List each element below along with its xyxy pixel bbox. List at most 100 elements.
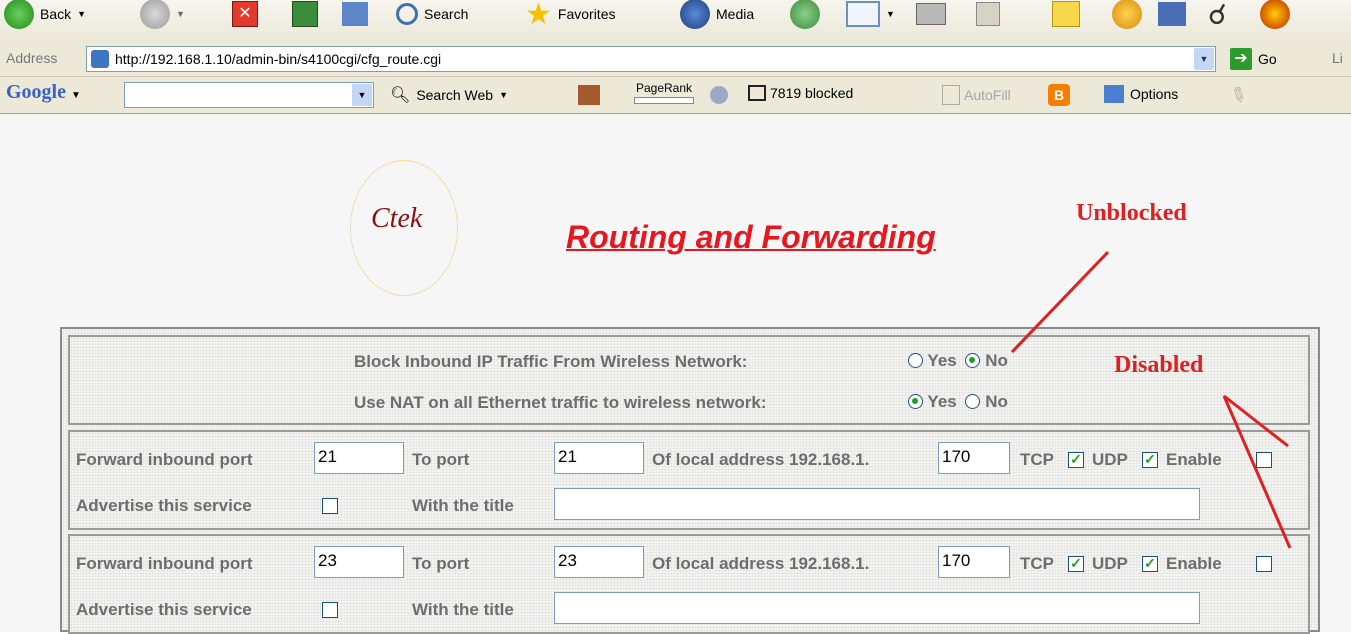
to-port-input[interactable]: 23 (554, 546, 644, 578)
google-search-input[interactable]: ▼ (124, 82, 374, 108)
notes-icon (1052, 1, 1080, 27)
go-arrow-icon: ➔ (1230, 48, 1252, 70)
print-button[interactable] (916, 0, 946, 34)
back-button[interactable]: Back ▼ (4, 0, 86, 34)
autofill-icon (942, 85, 960, 105)
printer-icon (916, 3, 946, 25)
extension-icon (1260, 0, 1290, 29)
stop-button[interactable]: ✕ (232, 0, 258, 34)
forward-inbound-label: Forward inbound port (76, 450, 253, 469)
forward-button[interactable]: ▼ (140, 0, 185, 34)
block-inbound-no-label: No (985, 351, 1008, 370)
favorites-button[interactable]: ★ Favorites (525, 0, 615, 34)
autofill-label: AutoFill (964, 87, 1011, 103)
links-tool-button[interactable]: ☌ (1208, 0, 1227, 34)
local-address-input[interactable]: 170 (938, 546, 1010, 578)
address-bar: Address http://192.168.1.10/admin-bin/s4… (0, 42, 1351, 77)
info-icon[interactable] (710, 86, 728, 104)
ie-page-icon (91, 50, 109, 68)
block-inbound-yes-radio[interactable] (908, 353, 923, 368)
to-port-label: To port (412, 554, 470, 573)
forward-inbound-label: Forward inbound port (76, 554, 253, 573)
nat-no-label: No (985, 392, 1008, 411)
udp-checkbox[interactable]: ✓ (1142, 556, 1158, 572)
popup-blocker-button[interactable]: 7819 blocked (748, 85, 853, 101)
to-port-input[interactable]: 21 (554, 442, 644, 474)
extension-button[interactable] (1260, 0, 1290, 34)
refresh-icon (292, 1, 318, 27)
tcp-checkbox[interactable]: ✓ (1068, 452, 1084, 468)
autofill-button[interactable]: AutoFill (942, 85, 1011, 105)
disabled-annotation: Disabled (1114, 352, 1204, 378)
home-button[interactable] (342, 0, 368, 34)
udp-checkbox[interactable]: ✓ (1142, 452, 1158, 468)
logo-text: Ctek (371, 203, 423, 234)
nat-yes-radio[interactable] (908, 394, 923, 409)
inbound-port-input[interactable]: 21 (314, 442, 404, 474)
block-inbound-no-radio[interactable] (965, 353, 981, 368)
research-icon (1158, 2, 1186, 26)
notes-button[interactable] (1052, 0, 1080, 34)
to-port-label: To port (412, 450, 470, 469)
search-web-button[interactable]: 🔍︎ Search Web ▼ (390, 85, 508, 105)
block-inbound-yes-label: Yes (927, 351, 957, 370)
options-label: Options (1130, 86, 1179, 102)
title-label: With the title (412, 600, 514, 619)
search-web-label: Search Web (416, 87, 494, 103)
tcp-label: TCP (1020, 450, 1054, 469)
forward-arrow-icon (140, 0, 170, 29)
nat-no-radio[interactable] (965, 394, 981, 409)
history-button[interactable] (790, 0, 820, 34)
advertise-label: Advertise this service (76, 600, 252, 619)
service-title-input[interactable] (554, 488, 1200, 520)
enable-checkbox[interactable] (1256, 452, 1272, 468)
edit-button[interactable] (976, 0, 1000, 34)
media-button[interactable]: Media (680, 0, 754, 34)
enable-checkbox[interactable] (1256, 556, 1272, 572)
service-title-input[interactable] (554, 592, 1200, 624)
advertise-checkbox[interactable] (322, 602, 338, 618)
nat-label: Use NAT on all Ethernet traffic to wirel… (354, 393, 767, 412)
browser-toolbar: Back ▼ ▼ ✕ Search ★ Favorites Media ▼ ☌ (0, 0, 1351, 43)
back-arrow-icon (4, 0, 34, 29)
tcp-checkbox[interactable]: ✓ (1068, 556, 1084, 572)
link-icon: ☌ (1208, 0, 1227, 30)
udp-label: UDP (1092, 450, 1128, 469)
tcp-label: TCP (1020, 554, 1054, 573)
mail-button[interactable]: ▼ (846, 0, 895, 34)
traffic-options-section: Block Inbound IP Traffic From Wireless N… (68, 335, 1310, 425)
home-icon (342, 2, 368, 26)
options-icon (1104, 85, 1124, 103)
blogger-icon[interactable]: B (1048, 84, 1070, 106)
go-label: Go (1258, 51, 1277, 67)
google-menu[interactable]: Google ▼ (6, 81, 81, 104)
google-toolbar: Google ▼ ▼ 🔍︎ Search Web ▼ PageRank 7819… (0, 77, 1351, 114)
url-dropdown-button[interactable]: ▼ (1194, 48, 1214, 70)
enable-label: Enable (1166, 554, 1222, 573)
highlighter-icon[interactable]: ✎ (1225, 80, 1252, 110)
research-button[interactable] (1158, 0, 1186, 34)
url-text: http://192.168.1.10/admin-bin/s4100cgi/c… (115, 51, 442, 67)
inbound-port-input[interactable]: 23 (314, 546, 404, 578)
refresh-button[interactable] (292, 0, 318, 34)
chevron-down-icon: ▼ (886, 9, 895, 19)
block-inbound-radio-group: Yes No (908, 351, 1008, 371)
url-field[interactable]: http://192.168.1.10/admin-bin/s4100cgi/c… (86, 46, 1216, 72)
search-dropdown-button[interactable]: ▼ (352, 84, 372, 106)
pagerank-indicator[interactable]: PageRank (634, 81, 694, 104)
local-address-input[interactable]: 170 (938, 442, 1010, 474)
advertise-checkbox[interactable] (322, 498, 338, 514)
nat-yes-label: Yes (927, 392, 957, 411)
ctek-logo: Ctek (350, 160, 458, 296)
news-icon[interactable] (578, 85, 600, 105)
forward-rule-1: Forward inbound port 21 To port 21 Of lo… (68, 430, 1310, 530)
options-button[interactable]: Options (1104, 85, 1178, 103)
chevron-down-icon: ▼ (77, 9, 87, 19)
nat-radio-group: Yes No (908, 392, 1008, 412)
messenger-button[interactable] (1112, 0, 1142, 34)
blocked-count: 7819 blocked (770, 85, 854, 101)
go-button[interactable]: ➔ Go (1230, 46, 1277, 72)
search-button[interactable]: Search (396, 0, 468, 34)
links-label[interactable]: Li (1332, 50, 1343, 66)
google-logo: Google (6, 81, 66, 103)
